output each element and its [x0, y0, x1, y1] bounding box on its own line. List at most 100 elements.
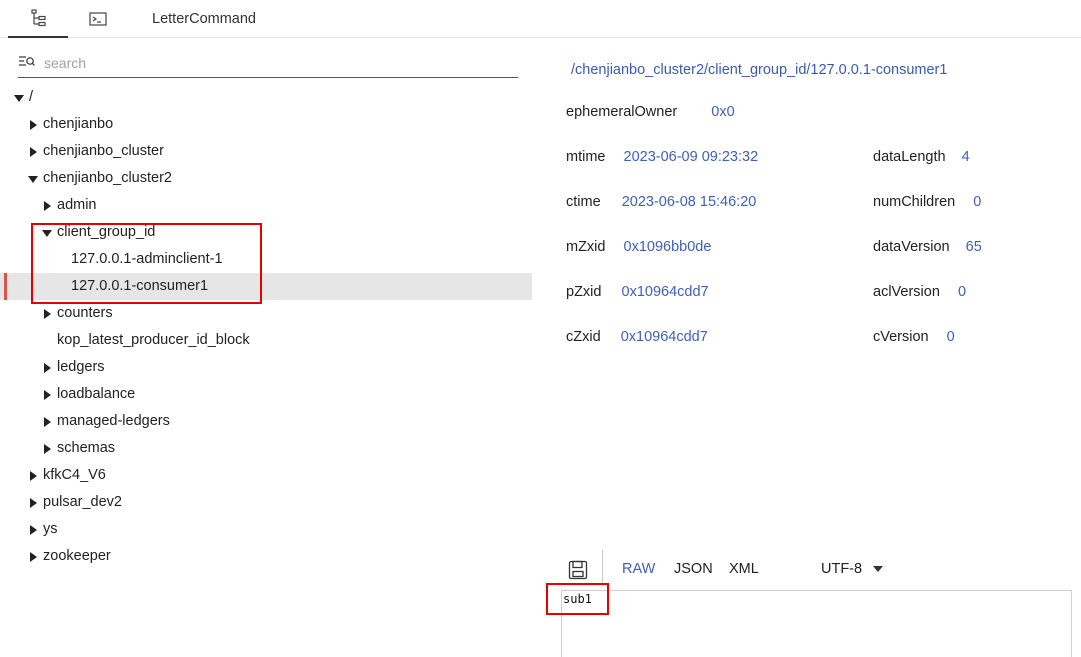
stat-key: ephemeralOwner: [566, 104, 678, 120]
tab-terminal[interactable]: [68, 0, 128, 38]
chevron-right-icon[interactable]: [41, 408, 53, 435]
stat-key: aclVersion: [873, 284, 940, 300]
format-xml-button[interactable]: XML: [729, 561, 759, 577]
toolbar-divider: [602, 550, 603, 586]
tab-letter-command[interactable]: LetterCommand: [140, 0, 268, 38]
chevron-right-icon[interactable]: [27, 138, 39, 165]
stat-key: cVersion: [873, 329, 929, 345]
terminal-icon: [89, 12, 107, 26]
tree-row-zookeeper[interactable]: zookeeper: [0, 543, 532, 570]
znode-tree: / chenjianbo chenjianbo_cluster chenjian…: [0, 84, 532, 570]
format-raw-button[interactable]: RAW: [622, 561, 655, 577]
stat-key: dataVersion: [873, 239, 950, 255]
chevron-down-icon[interactable]: [41, 219, 53, 246]
chevron-down-icon[interactable]: [13, 84, 25, 111]
tree-row-label: chenjianbo_cluster2: [43, 170, 172, 186]
stat-key: pZxid: [566, 284, 602, 300]
tree-row-kfkc4-v6[interactable]: kfkC4_V6: [0, 462, 532, 489]
tree-row-label: kop_latest_producer_id_block: [57, 332, 250, 348]
tree-row-loadbalance[interactable]: loadbalance: [0, 381, 532, 408]
tree-row-label: managed-ledgers: [57, 413, 170, 429]
stat-value: 2023-06-08 15:46:20: [621, 194, 757, 210]
stat-num-children: numChildren 0: [873, 194, 981, 210]
search-bar: [18, 50, 518, 78]
chevron-right-icon[interactable]: [27, 516, 39, 543]
save-icon[interactable]: [568, 560, 588, 580]
chevron-right-icon[interactable]: [27, 462, 39, 489]
tab-letter-command-label: LetterCommand: [152, 11, 256, 27]
chevron-right-icon[interactable]: [41, 192, 53, 219]
encoding-select[interactable]: UTF-8: [821, 561, 862, 577]
tree-row-label: 127.0.0.1-adminclient-1: [71, 251, 223, 267]
tree-row-chenjianbo[interactable]: chenjianbo: [0, 111, 532, 138]
stat-value: 4: [961, 149, 970, 165]
stat-pzxid: pZxid 0x10964cdd7: [566, 284, 709, 300]
stat-mtime: mtime 2023-06-09 09:23:32: [566, 149, 758, 165]
tree-row-pulsar-dev2[interactable]: pulsar_dev2: [0, 489, 532, 516]
tree-row-client-group-id[interactable]: client_group_id: [0, 219, 532, 246]
tree-row-label: kfkC4_V6: [43, 467, 106, 483]
tab-tree[interactable]: [8, 0, 68, 38]
stat-czxid: cZxid 0x10964cdd7: [566, 329, 708, 345]
tree-icon: [31, 9, 46, 27]
tree-row-label: loadbalance: [57, 386, 136, 402]
tree-row-chenjianbo-cluster2[interactable]: chenjianbo_cluster2: [0, 165, 532, 192]
tree-row-label: 127.0.0.1-consumer1: [71, 278, 209, 294]
tree-row-label: client_group_id: [57, 224, 156, 240]
stat-value: 0: [957, 284, 967, 300]
tree-row-root[interactable]: /: [0, 84, 532, 111]
stat-data-version: dataVersion 65: [873, 239, 982, 255]
stat-ephemeral-owner: ephemeralOwner 0x0: [566, 104, 735, 120]
format-json-button[interactable]: JSON: [674, 561, 713, 577]
stat-mzxid: mZxid 0x1096bb0de: [566, 239, 711, 255]
search-icon: [19, 56, 35, 66]
data-editor-content[interactable]: sub1: [563, 592, 592, 606]
stat-key: dataLength: [873, 149, 946, 165]
chevron-right-icon[interactable]: [41, 381, 53, 408]
top-tab-bar: LetterCommand: [0, 0, 1081, 38]
chevron-down-icon[interactable]: [27, 165, 39, 192]
tree-row-label: pulsar_dev2: [43, 494, 122, 510]
chevron-right-icon[interactable]: [27, 489, 39, 516]
tree-row-chenjianbo-cluster[interactable]: chenjianbo_cluster: [0, 138, 532, 165]
tree-row-label: counters: [57, 305, 113, 321]
stat-value: 65: [965, 239, 982, 255]
tree-row-managed-ledgers[interactable]: managed-ledgers: [0, 408, 532, 435]
stat-ctime: ctime 2023-06-08 15:46:20: [566, 194, 756, 210]
tree-row-label: /: [29, 89, 34, 105]
search-input[interactable]: [44, 52, 514, 74]
chevron-right-icon[interactable]: [27, 543, 39, 570]
tree-row-schemas[interactable]: schemas: [0, 435, 532, 462]
tree-row-ledgers[interactable]: ledgers: [0, 354, 532, 381]
tree-row-label: ledgers: [57, 359, 105, 375]
stat-key: mZxid: [566, 239, 606, 255]
stat-value: 0x0: [711, 104, 735, 120]
tree-row-consumer1[interactable]: 127.0.0.1-consumer1: [0, 273, 532, 300]
stat-value: 0x10964cdd7: [621, 284, 709, 300]
tree-row-kop-latest-producer-id-block[interactable]: kop_latest_producer_id_block: [0, 327, 532, 354]
chevron-down-icon[interactable]: [873, 566, 883, 572]
data-editor[interactable]: [561, 590, 1072, 657]
stat-value: 0: [946, 329, 955, 345]
chevron-right-icon[interactable]: [41, 435, 53, 462]
stat-data-length: dataLength 4: [873, 149, 970, 165]
stat-key: numChildren: [873, 194, 956, 210]
data-toolbar: RAW JSON XML UTF-8: [560, 548, 1081, 588]
tree-row-label: zookeeper: [43, 548, 111, 564]
tree-row-adminclient-1[interactable]: 127.0.0.1-adminclient-1: [0, 246, 532, 273]
stat-value: 0x1096bb0de: [623, 239, 712, 255]
stat-c-version: cVersion 0: [873, 329, 955, 345]
tree-row-label: admin: [57, 197, 97, 213]
tree-row-admin[interactable]: admin: [0, 192, 532, 219]
stat-key: cZxid: [566, 329, 601, 345]
chevron-right-icon[interactable]: [41, 354, 53, 381]
stat-value: 2023-06-09 09:23:32: [623, 149, 759, 165]
tree-row-label: chenjianbo_cluster: [43, 143, 164, 159]
tree-row-label: chenjianbo: [43, 116, 114, 132]
znode-path: /chenjianbo_cluster2/client_group_id/127…: [571, 62, 948, 78]
tree-row-ys[interactable]: ys: [0, 516, 532, 543]
chevron-right-icon[interactable]: [27, 111, 39, 138]
stat-value: 0: [973, 194, 982, 210]
tree-row-counters[interactable]: counters: [0, 300, 532, 327]
chevron-right-icon[interactable]: [41, 300, 53, 327]
